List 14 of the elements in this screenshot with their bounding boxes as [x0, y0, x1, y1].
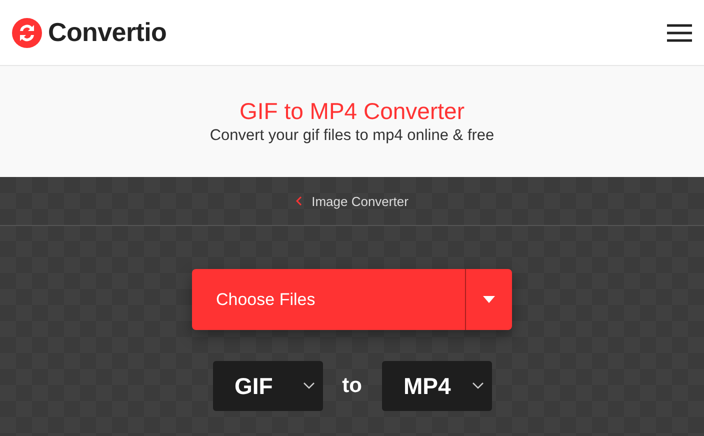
- chevron-down-icon: [302, 382, 314, 390]
- target-format-select[interactable]: MP4: [382, 361, 492, 411]
- logo-icon: [12, 18, 42, 48]
- menu-button[interactable]: [665, 22, 694, 44]
- menu-icon: [667, 24, 692, 42]
- chevron-down-icon: [472, 382, 484, 390]
- brand-name: Convertio: [48, 17, 167, 48]
- page-title: GIF to MP4 Converter: [240, 98, 464, 125]
- page-subtitle: Convert your gif files to mp4 online & free: [210, 127, 494, 145]
- chevron-left-icon: [296, 196, 302, 206]
- to-label: to: [341, 374, 363, 398]
- breadcrumb-link[interactable]: Image Converter: [312, 194, 408, 208]
- source-format-select[interactable]: GIF: [212, 361, 322, 411]
- caret-icon: [483, 296, 495, 303]
